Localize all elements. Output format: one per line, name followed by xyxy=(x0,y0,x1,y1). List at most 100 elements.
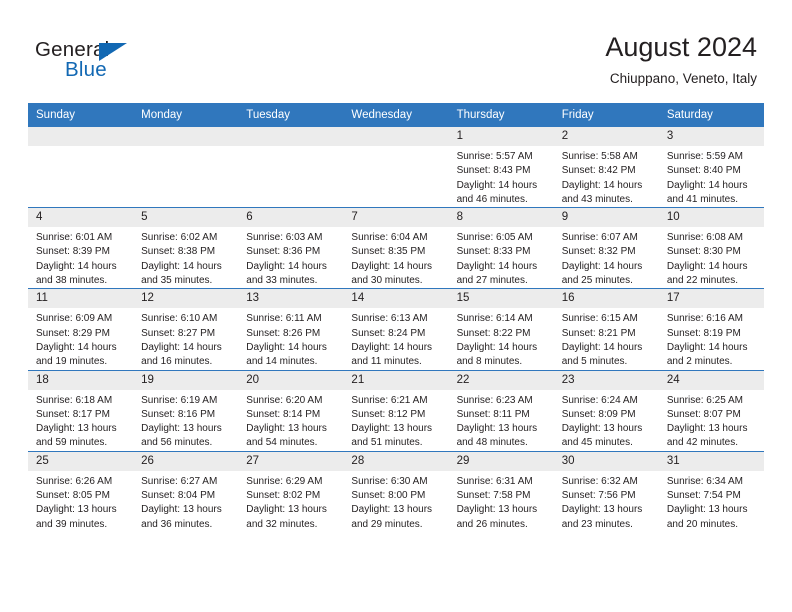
calendar-day-cell[interactable]: 26 Sunrise: 6:27 AM Sunset: 8:04 PM Dayligh… xyxy=(133,450,239,532)
daylight-text-line2: and 43 minutes. xyxy=(561,193,633,205)
calendar-day-cell[interactable]: 21 Sunrise: 6:21 AM Sunset: 8:12 PM Dayligh… xyxy=(343,369,449,452)
sunrise-text: Sunrise: 6:08 AM xyxy=(666,232,743,244)
calendar-day-cell[interactable]: 24 Sunrise: 6:25 AM Sunset: 8:07 PM Dayligh… xyxy=(658,369,764,452)
page-title: August 2024 xyxy=(605,32,757,62)
sunrise-text: Sunrise: 6:09 AM xyxy=(36,313,113,325)
day-details: Sunrise: 6:30 AM Sunset: 8:00 PM Daylight:… xyxy=(343,471,448,532)
calendar-day-cell[interactable]: 13 Sunrise: 6:11 AM Sunset: 8:26 PM Dayligh… xyxy=(238,288,344,371)
day-number: 31 xyxy=(658,451,764,471)
calendar-day-cell[interactable]: 2 Sunrise: 5:58 AM Sunset: 8:42 PM Daylight… xyxy=(553,125,659,208)
calendar-day-cell[interactable]: 30 Sunrise: 6:32 AM Sunset: 7:56 PM Dayligh… xyxy=(553,450,659,532)
calendar-day-cell[interactable]: 29 Sunrise: 6:31 AM Sunset: 7:58 PM Dayligh… xyxy=(448,450,554,532)
daylight-text-line1: Daylight: 14 hours xyxy=(36,260,117,272)
sunset-text: Sunset: 8:16 PM xyxy=(141,408,216,420)
calendar-day-cell[interactable]: 15 Sunrise: 6:14 AM Sunset: 8:22 PM Dayligh… xyxy=(448,288,554,371)
day-number: 3 xyxy=(658,127,764,146)
daylight-text-line2: and 51 minutes. xyxy=(351,437,423,449)
calendar-day-cell[interactable]: 10 Sunrise: 6:08 AM Sunset: 8:30 PM Dayligh… xyxy=(658,207,764,289)
daylight-text-line1: Daylight: 13 hours xyxy=(36,423,117,435)
calendar-day-cell[interactable]: 28 Sunrise: 6:30 AM Sunset: 8:00 PM Dayligh… xyxy=(343,450,449,532)
day-number: 23 xyxy=(553,370,659,390)
calendar-day-cell[interactable]: 9 Sunrise: 6:07 AM Sunset: 8:32 PM Daylight… xyxy=(553,207,659,289)
calendar-day-cell[interactable]: 16 Sunrise: 6:15 AM Sunset: 8:21 PM Dayligh… xyxy=(553,288,659,371)
calendar-day-cell-empty xyxy=(28,125,134,208)
calendar-grid: Sunday Monday Tuesday Wednesday Thursday… xyxy=(28,103,764,532)
day-details: Sunrise: 5:58 AM Sunset: 8:42 PM Daylight:… xyxy=(554,146,659,207)
day-details: Sunrise: 6:32 AM Sunset: 7:56 PM Daylight:… xyxy=(554,471,659,532)
calendar-day-cell[interactable]: 11 Sunrise: 6:09 AM Sunset: 8:29 PM Dayligh… xyxy=(28,288,134,371)
calendar-day-cell[interactable]: 6 Sunrise: 6:03 AM Sunset: 8:36 PM Daylight… xyxy=(238,207,344,289)
sunset-text: Sunset: 8:21 PM xyxy=(561,327,636,339)
calendar-day-cell[interactable]: 23 Sunrise: 6:24 AM Sunset: 8:09 PM Dayligh… xyxy=(553,369,659,452)
day-details: Sunrise: 6:07 AM Sunset: 8:32 PM Daylight:… xyxy=(554,227,659,288)
daylight-text-line2: and 27 minutes. xyxy=(456,275,528,287)
calendar-day-cell[interactable]: 4 Sunrise: 6:01 AM Sunset: 8:39 PM Daylight… xyxy=(28,207,134,289)
calendar-week-row: 11 Sunrise: 6:09 AM Sunset: 8:29 PM Dayligh… xyxy=(28,288,764,371)
sunrise-text: Sunrise: 6:16 AM xyxy=(666,313,743,325)
sunset-text: Sunset: 8:22 PM xyxy=(456,327,531,339)
sunset-text: Sunset: 8:36 PM xyxy=(246,246,321,258)
daylight-text-line2: and 5 minutes. xyxy=(561,356,628,368)
calendar-day-cell[interactable]: 25 Sunrise: 6:26 AM Sunset: 8:05 PM Dayligh… xyxy=(28,450,134,532)
calendar-day-cell[interactable]: 5 Sunrise: 6:02 AM Sunset: 8:38 PM Daylight… xyxy=(133,207,239,289)
calendar-day-cell-empty xyxy=(343,125,449,208)
daylight-text-line1: Daylight: 13 hours xyxy=(141,504,222,516)
calendar-day-cell[interactable]: 31 Sunrise: 6:34 AM Sunset: 7:54 PM Dayligh… xyxy=(658,450,764,532)
calendar-day-cell[interactable]: 17 Sunrise: 6:16 AM Sunset: 8:19 PM Dayligh… xyxy=(658,288,764,371)
calendar-day-cell[interactable]: 12 Sunrise: 6:10 AM Sunset: 8:27 PM Dayligh… xyxy=(133,288,239,371)
daylight-text-line1: Daylight: 13 hours xyxy=(561,423,643,435)
general-blue-logo[interactable]: General Blue xyxy=(35,38,235,86)
sunset-text: Sunset: 8:38 PM xyxy=(141,246,216,258)
calendar-day-cell[interactable]: 19 Sunrise: 6:19 AM Sunset: 8:16 PM Dayligh… xyxy=(133,369,239,452)
day-details: Sunrise: 6:03 AM Sunset: 8:36 PM Daylight:… xyxy=(238,227,343,288)
daylight-text-line2: and 26 minutes. xyxy=(456,518,528,530)
daylight-text-line1: Daylight: 14 hours xyxy=(666,179,748,191)
calendar-day-cell[interactable]: 18 Sunrise: 6:18 AM Sunset: 8:17 PM Dayligh… xyxy=(28,369,134,452)
day-details: Sunrise: 6:34 AM Sunset: 7:54 PM Daylight:… xyxy=(659,471,764,532)
calendar-body: 1 Sunrise: 5:57 AM Sunset: 8:43 PM Daylight… xyxy=(28,125,764,532)
sunrise-text: Sunrise: 6:11 AM xyxy=(246,313,322,325)
calendar-week-row: 1 Sunrise: 5:57 AM Sunset: 8:43 PM Daylight… xyxy=(28,125,764,208)
weekday-header-monday: Monday xyxy=(133,103,239,127)
day-number: 24 xyxy=(658,370,764,390)
daylight-text-line2: and 2 minutes. xyxy=(666,356,733,368)
daylight-text-line1: Daylight: 13 hours xyxy=(666,423,748,435)
daylight-text-line1: Daylight: 14 hours xyxy=(456,260,538,272)
day-details: Sunrise: 6:27 AM Sunset: 8:04 PM Daylight:… xyxy=(133,471,238,532)
sunset-text: Sunset: 8:35 PM xyxy=(351,246,426,258)
calendar-day-cell[interactable]: 22 Sunrise: 6:23 AM Sunset: 8:11 PM Dayligh… xyxy=(448,369,554,452)
day-details: Sunrise: 6:26 AM Sunset: 8:05 PM Daylight:… xyxy=(28,471,133,532)
page-subtitle: Chiuppano, Veneto, Italy xyxy=(609,71,757,86)
calendar-day-cell[interactable]: 1 Sunrise: 5:57 AM Sunset: 8:43 PM Daylight… xyxy=(448,125,554,208)
sunset-text: Sunset: 8:30 PM xyxy=(666,246,741,258)
day-number: 2 xyxy=(553,127,659,146)
daylight-text-line1: Daylight: 14 hours xyxy=(561,341,643,353)
day-number: 19 xyxy=(133,370,239,390)
calendar-day-cell[interactable]: 14 Sunrise: 6:13 AM Sunset: 8:24 PM Dayligh… xyxy=(343,288,449,371)
daylight-text-line2: and 11 minutes. xyxy=(351,356,422,368)
calendar-day-cell[interactable]: 7 Sunrise: 6:04 AM Sunset: 8:35 PM Daylight… xyxy=(343,207,449,289)
sunset-text: Sunset: 8:11 PM xyxy=(456,408,530,420)
day-details: Sunrise: 5:59 AM Sunset: 8:40 PM Daylight:… xyxy=(659,146,764,207)
sunrise-text: Sunrise: 6:24 AM xyxy=(561,394,638,406)
daylight-text-line2: and 8 minutes. xyxy=(456,356,523,368)
sunrise-text: Sunrise: 6:02 AM xyxy=(141,232,218,244)
calendar-day-cell[interactable]: 8 Sunrise: 6:05 AM Sunset: 8:33 PM Daylight… xyxy=(448,207,554,289)
day-details: Sunrise: 6:08 AM Sunset: 8:30 PM Daylight:… xyxy=(659,227,764,288)
day-number xyxy=(343,127,449,146)
daylight-text-line2: and 32 minutes. xyxy=(246,518,318,530)
sunset-text: Sunset: 8:26 PM xyxy=(246,327,321,339)
calendar-day-cell[interactable]: 3 Sunrise: 5:59 AM Sunset: 8:40 PM Daylight… xyxy=(658,125,764,208)
daylight-text-line1: Daylight: 14 hours xyxy=(456,341,538,353)
day-number: 18 xyxy=(28,370,134,390)
sunrise-text: Sunrise: 6:07 AM xyxy=(561,232,638,244)
day-number: 10 xyxy=(658,208,764,228)
sunrise-text: Sunrise: 6:14 AM xyxy=(456,313,533,325)
sunrise-text: Sunrise: 6:31 AM xyxy=(456,475,533,487)
sunset-text: Sunset: 8:19 PM xyxy=(666,327,741,339)
page-header: General Blue August 2024 Chiuppano, Vene… xyxy=(0,0,792,100)
daylight-text-line2: and 59 minutes. xyxy=(36,437,108,449)
daylight-text-line1: Daylight: 14 hours xyxy=(561,179,643,191)
calendar-day-cell[interactable]: 20 Sunrise: 6:20 AM Sunset: 8:14 PM Dayligh… xyxy=(238,369,344,452)
calendar-day-cell[interactable]: 27 Sunrise: 6:29 AM Sunset: 8:02 PM Dayligh… xyxy=(238,450,344,532)
